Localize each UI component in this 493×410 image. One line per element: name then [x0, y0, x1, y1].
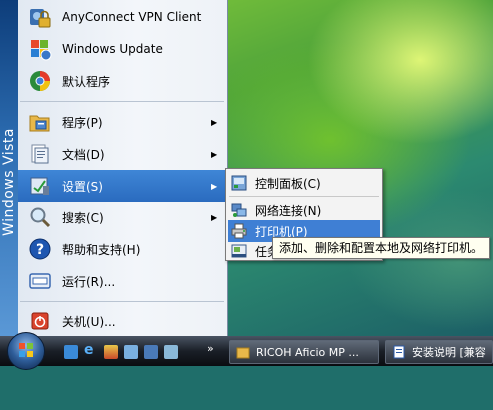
- printer-tooltip: 添加、删除和配置本地及网络打印机。: [272, 237, 491, 259]
- taskbar-button-ricoh[interactable]: RICOH Aficio MP ...: [229, 340, 379, 364]
- vista-brand-strip: Windows Vista: [0, 0, 18, 336]
- internet-explorer-icon[interactable]: e: [84, 342, 98, 358]
- submenu-arrow-icon: ▶: [211, 149, 218, 159]
- menu-item-programs[interactable]: 程序(P) ▶: [18, 106, 227, 138]
- word-document-icon: [392, 345, 406, 359]
- submenu-arrow-icon: ▶: [211, 212, 218, 222]
- menu-item-label: 程序(P): [62, 115, 103, 130]
- taskbar-icon: [231, 243, 247, 259]
- menu-item-shutdown[interactable]: 关机(U)...: [18, 305, 227, 337]
- user-tool-icon[interactable]: [124, 345, 138, 359]
- taskbar-button-install-doc[interactable]: 安装说明 [兼容: [385, 340, 493, 364]
- menu-divider: [20, 301, 224, 302]
- start-menu: Windows Vista AnyConnect VPN Client Wind…: [0, 0, 228, 336]
- menu-item-windows-update[interactable]: Windows Update: [18, 33, 227, 65]
- menu-item-label: 搜索(C): [62, 210, 104, 225]
- folder-icon: [236, 345, 250, 359]
- start-button[interactable]: [7, 332, 45, 370]
- default-programs-icon: [28, 69, 52, 93]
- menu-item-label: 关机(U)...: [62, 314, 116, 329]
- menu-item-anyconnect[interactable]: AnyConnect VPN Client: [18, 1, 227, 33]
- network-tool-icon[interactable]: [104, 345, 118, 359]
- taskbar-button-label: 安装说明 [兼容: [412, 346, 486, 359]
- menu-item-documents[interactable]: 文档(D) ▶: [18, 138, 227, 170]
- svg-text:?: ?: [36, 242, 44, 258]
- windows-logo-icon: [19, 343, 33, 357]
- power-icon: [28, 309, 52, 333]
- menu-divider: [20, 101, 224, 102]
- menu-item-label: 文档(D): [62, 147, 105, 162]
- submenu-item-network[interactable]: 网络连接(N): [228, 199, 380, 221]
- switch-windows-icon[interactable]: [144, 345, 158, 359]
- menu-item-label: 运行(R)...: [62, 274, 116, 289]
- submenu-item-control-panel[interactable]: 控制面板(C): [228, 172, 380, 194]
- settings-icon: [28, 174, 52, 198]
- taskbar: e » RICOH Aficio MP ... 安装说明 [兼容: [0, 332, 493, 370]
- show-desktop-icon[interactable]: [64, 345, 78, 359]
- submenu-divider: [229, 196, 379, 197]
- control-panel-icon: [231, 175, 247, 191]
- menu-item-settings[interactable]: 设置(S) ▶: [18, 170, 227, 202]
- network-places-icon[interactable]: [164, 345, 178, 359]
- run-icon: [28, 269, 52, 293]
- submenu-item-label: 控制面板(C): [255, 176, 321, 191]
- menu-item-run[interactable]: 运行(R)...: [18, 265, 227, 297]
- menu-item-search[interactable]: 搜索(C) ▶: [18, 201, 227, 233]
- windows-update-icon: [28, 37, 52, 61]
- help-icon: ?: [28, 237, 52, 261]
- programs-folder-icon: [28, 110, 52, 134]
- menu-item-label: 设置(S): [62, 179, 103, 194]
- menu-item-label: Windows Update: [62, 42, 163, 56]
- submenu-arrow-icon: ▶: [211, 117, 218, 127]
- menu-item-label: 默认程序: [62, 74, 111, 89]
- search-icon: [28, 205, 52, 229]
- submenu-item-label: 网络连接(N): [255, 203, 322, 218]
- menu-item-default-programs[interactable]: 默认程序: [18, 65, 227, 97]
- lock-icon: [28, 5, 52, 29]
- taskbar-button-label: RICOH Aficio MP ...: [256, 345, 359, 359]
- documents-icon: [28, 142, 52, 166]
- network-icon: [231, 202, 247, 218]
- submenu-arrow-icon: ▶: [211, 181, 218, 191]
- quicklaunch-chevron-icon[interactable]: »: [207, 342, 214, 355]
- menu-item-help[interactable]: ? 帮助和支持(H): [18, 233, 227, 265]
- menu-item-label: AnyConnect VPN Client: [62, 10, 202, 24]
- printer-icon: [231, 223, 247, 239]
- menu-item-label: 帮助和支持(H): [62, 242, 141, 257]
